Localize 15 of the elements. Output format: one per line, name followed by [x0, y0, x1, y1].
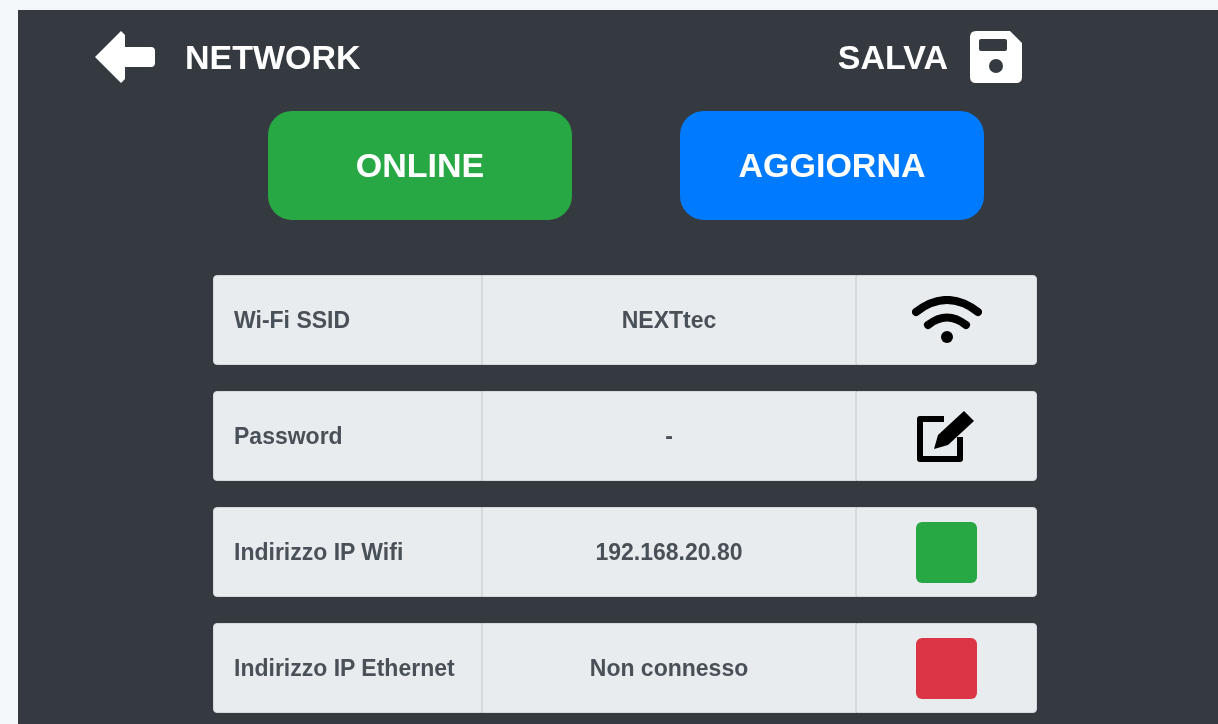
save-icon[interactable]: [970, 31, 1022, 83]
page-title: NETWORK: [185, 37, 361, 77]
wifi-icon: [911, 296, 982, 344]
setting-label: Password: [213, 391, 482, 481]
setting-value: 192.168.20.80: [482, 507, 856, 597]
setting-value: Non connesso: [482, 623, 856, 713]
back-arrow-icon[interactable]: [93, 29, 155, 85]
setting-label: Indirizzo IP Ethernet: [213, 623, 482, 713]
setting-label: Indirizzo IP Wifi: [213, 507, 482, 597]
setting-value: NEXTtec: [482, 275, 856, 365]
save-label[interactable]: SALVA: [837, 37, 948, 77]
setting-label: Wi-Fi SSID: [213, 275, 482, 365]
action-button[interactable]: AGGIORNA: [680, 111, 984, 220]
action-button[interactable]: ONLINE: [268, 111, 572, 220]
setting-value: -: [482, 391, 856, 481]
